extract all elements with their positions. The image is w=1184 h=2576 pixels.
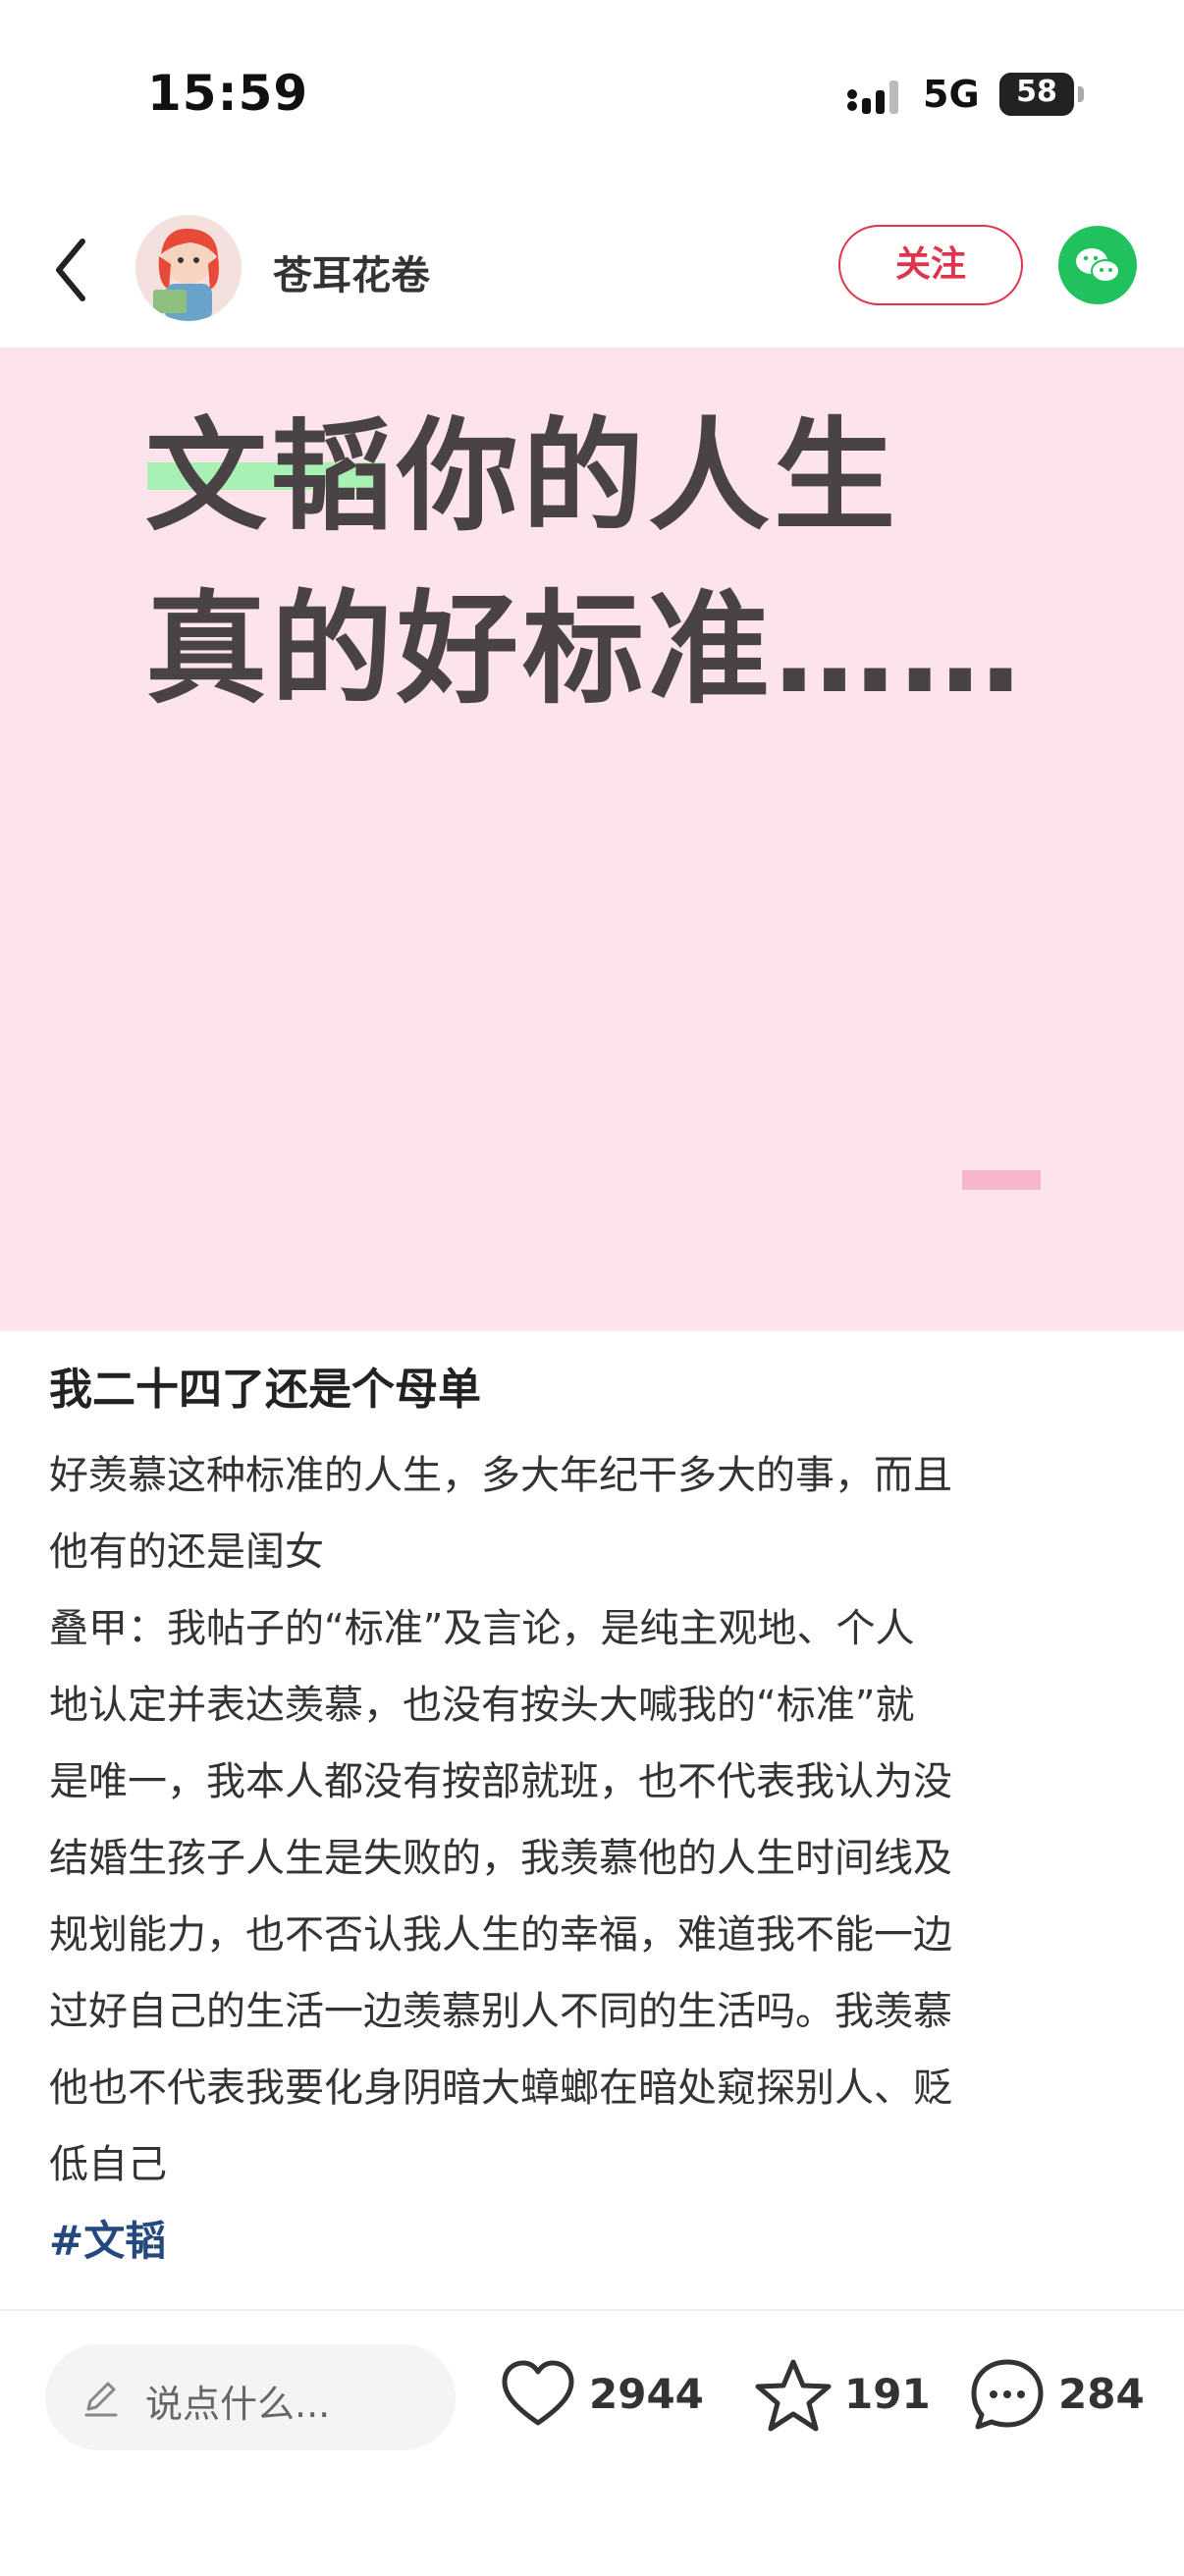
comment-input[interactable]: 说点什么... xyxy=(45,2344,456,2450)
avatar[interactable] xyxy=(135,215,242,321)
cover-image[interactable]: 文韬你的人生 真的好标准…… xyxy=(0,348,1184,1331)
cover-text-line-2: 真的好标准…… xyxy=(145,579,1026,721)
signal-icon xyxy=(847,80,898,114)
post-header: 苍耳花卷 关注 xyxy=(0,196,1184,344)
avatar-illustration-icon xyxy=(135,215,242,321)
post-title: 我二十四了还是个母单 xyxy=(49,1365,481,1415)
body-line: 过好自己的生活一边羡慕别人不同的生活吗。我羡慕 xyxy=(49,1989,952,2034)
body-line: 好羡慕这种标准的人生，多大年纪干多大的事，而且 xyxy=(49,1453,952,1498)
hashtag-link[interactable]: #文韬 xyxy=(49,2203,1139,2280)
body-line: 是唯一，我本人都没有按部就班，也不代表我认为没 xyxy=(49,1759,952,1804)
post-content: 我二十四了还是个母单 好羡慕这种标准的人生，多大年纪干多大的事，而且 他有的还是… xyxy=(49,1361,1139,2280)
bottom-action-bar: 说点什么... 2944 191 284 xyxy=(0,2309,1184,2576)
battery-level: 58 xyxy=(1016,75,1057,109)
body-line: 他也不代表我要化身阴暗大蟑螂在暗处窥探别人、贬 xyxy=(49,2066,952,2111)
heart-icon xyxy=(502,2360,574,2426)
like-count: 2944 xyxy=(589,2370,704,2418)
wechat-share-button[interactable] xyxy=(1058,226,1137,304)
like-button[interactable]: 2944 xyxy=(499,2356,704,2435)
author-name[interactable]: 苍耳花卷 xyxy=(273,243,430,300)
comment-count: 284 xyxy=(1058,2370,1145,2418)
body-line: 结婚生孩子人生是失败的，我羡慕他的人生时间线及 xyxy=(49,1836,952,1881)
comment-bubble-icon xyxy=(971,2359,1044,2430)
cover-text-line-1: 文韬你的人生 xyxy=(145,406,900,548)
network-label: 5G xyxy=(923,73,980,116)
star-icon xyxy=(755,2359,832,2432)
cover-decoration xyxy=(962,1170,1041,1190)
back-icon[interactable] xyxy=(51,236,90,304)
comment-button[interactable]: 284 xyxy=(968,2356,1145,2435)
body-line: 地认定并表达羡慕，也没有按头大喊我的“标准”就 xyxy=(49,1683,915,1728)
wechat-icon xyxy=(1076,248,1120,283)
body-line: 规划能力，也不否认我人生的幸福，难道我不能一边 xyxy=(49,1912,952,1958)
body-line: 低自己 xyxy=(49,2142,167,2187)
status-time: 15:59 xyxy=(147,65,309,122)
follow-button[interactable]: 关注 xyxy=(838,225,1023,305)
favorite-count: 191 xyxy=(844,2370,931,2418)
comment-placeholder: 说点什么... xyxy=(145,2383,331,2426)
favorite-button[interactable]: 191 xyxy=(754,2356,931,2435)
body-line: 他有的还是闺女 xyxy=(49,1530,324,1575)
pencil-icon xyxy=(84,2382,118,2417)
post-body: 好羡慕这种标准的人生，多大年纪干多大的事，而且 他有的还是闺女 叠甲：我帖子的“… xyxy=(49,1437,1139,2203)
battery-cap xyxy=(1078,86,1084,102)
battery-icon: 58 xyxy=(999,73,1074,116)
body-line: 叠甲：我帖子的“标准”及言论，是纯主观地、个人 xyxy=(49,1606,915,1651)
status-bar: 15:59 5G 58 xyxy=(0,0,1184,187)
